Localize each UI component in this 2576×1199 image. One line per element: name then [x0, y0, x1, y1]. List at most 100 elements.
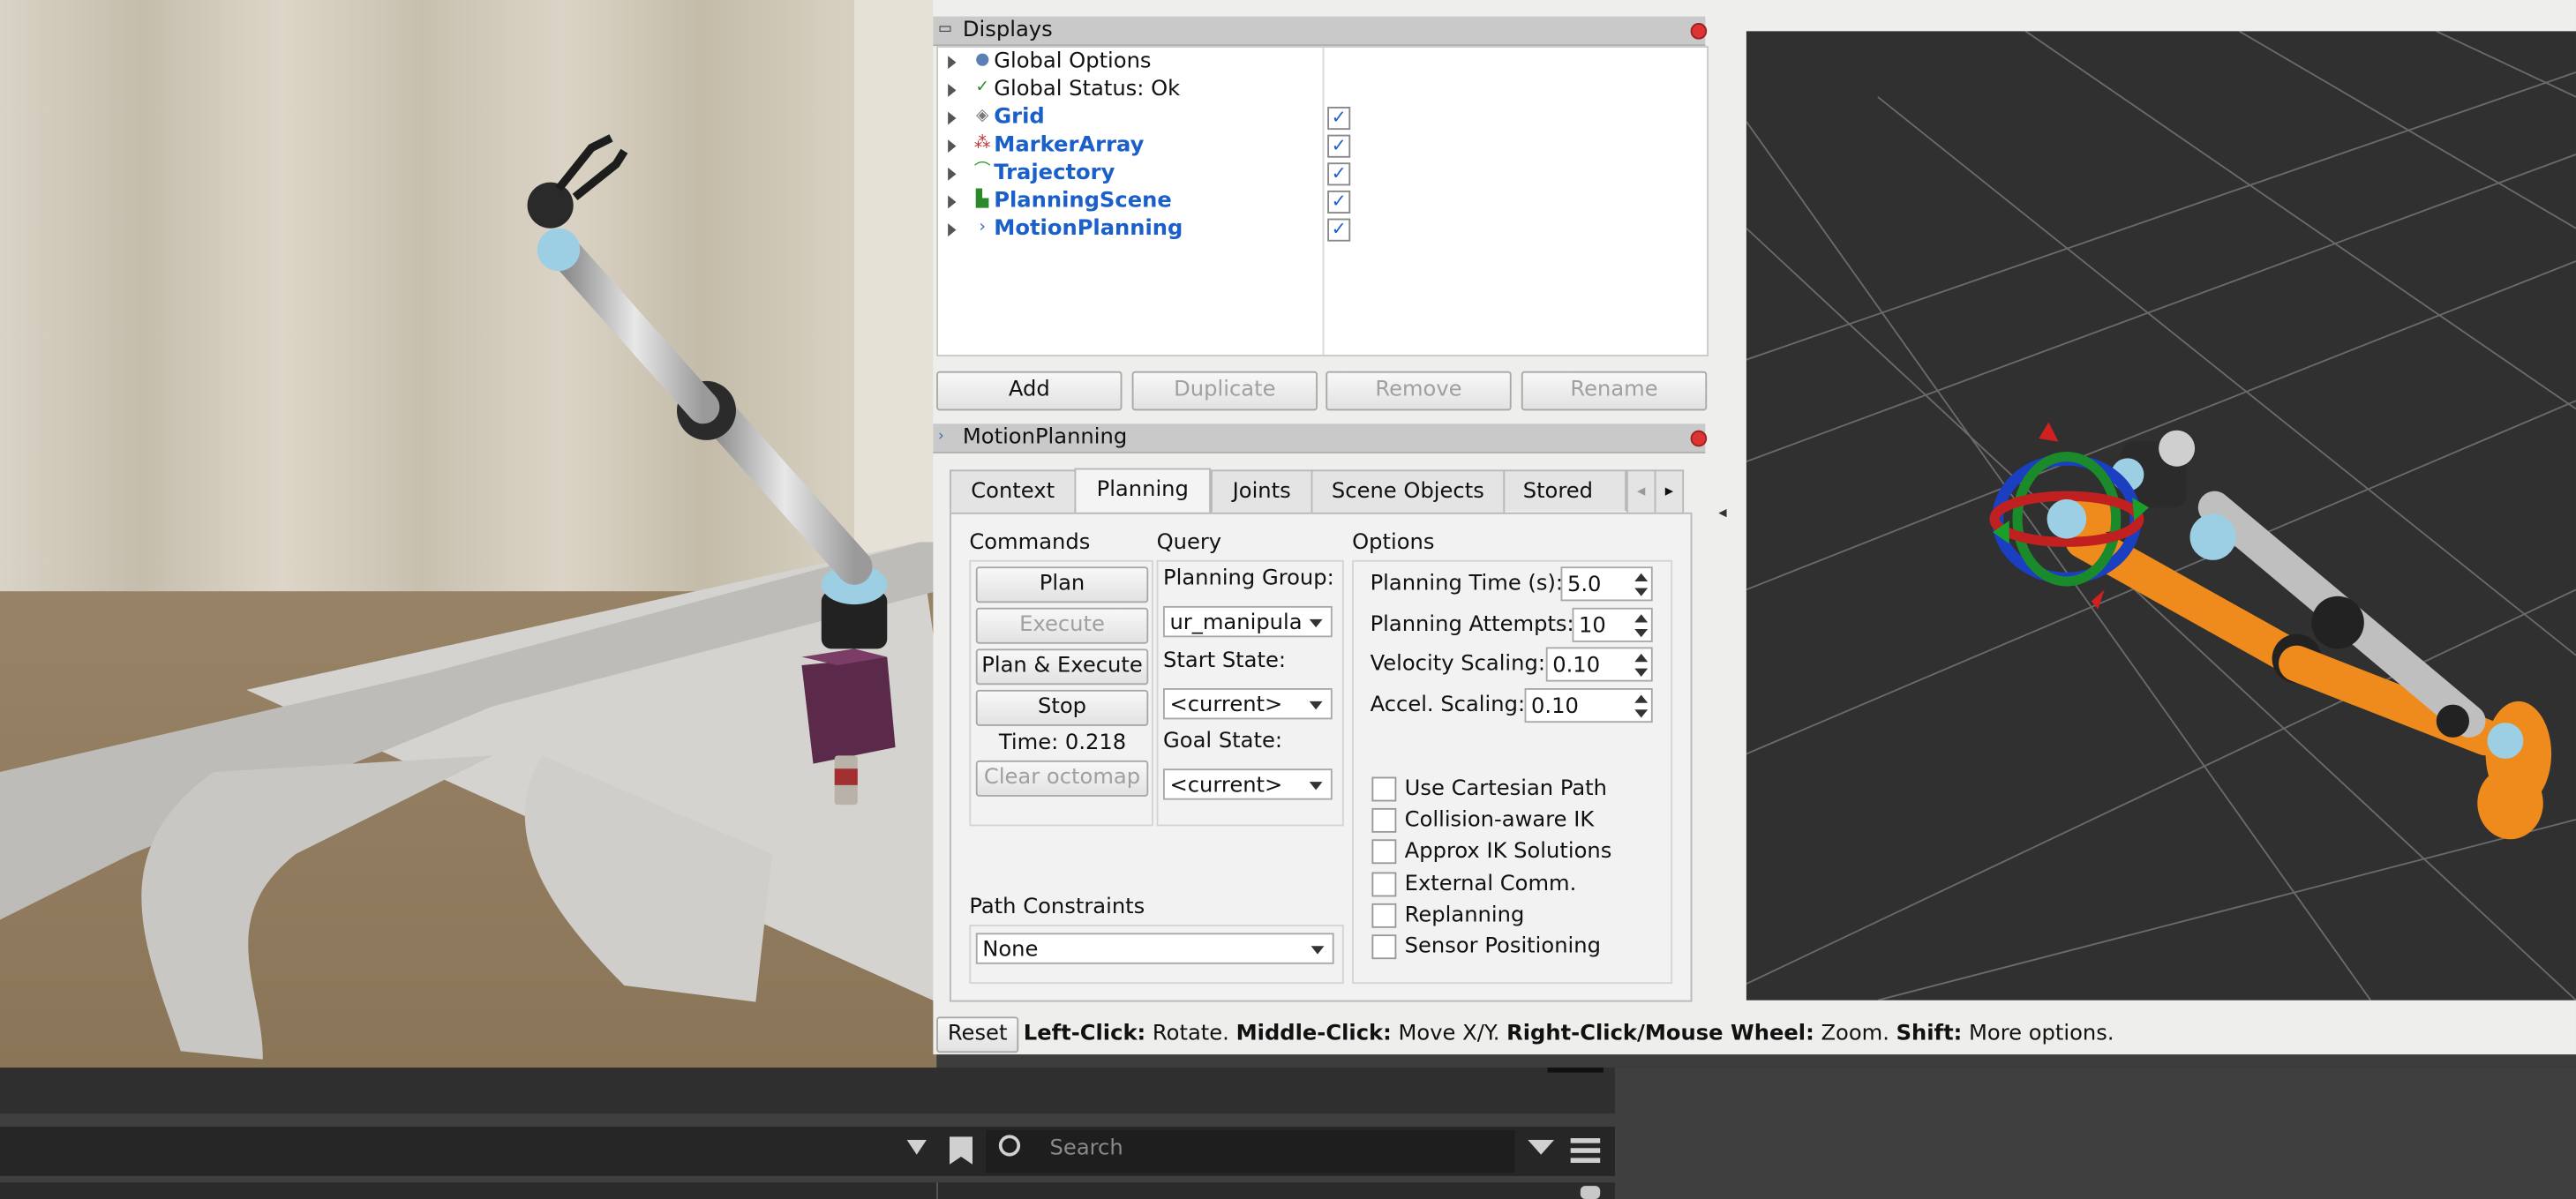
start-state-value: <current>	[1169, 693, 1283, 718]
expand-arrow-icon[interactable]	[948, 167, 957, 181]
rename-button[interactable]: Rename	[1521, 371, 1708, 411]
stop-button[interactable]: Stop	[975, 689, 1149, 726]
simulation-view[interactable]	[0, 0, 937, 1068]
dropdown-triangle-icon[interactable]	[906, 1139, 927, 1155]
collapse-left-icon[interactable]: ◂	[1718, 505, 1726, 522]
search-input[interactable]: Search	[985, 1129, 1515, 1173]
use-cartesian-path-checkbox[interactable]	[1371, 776, 1397, 802]
grid-icon: ◈	[976, 107, 989, 125]
close-icon[interactable]	[1690, 430, 1708, 447]
check-icon: ✓	[975, 79, 990, 97]
execute-button[interactable]: Execute	[975, 607, 1149, 644]
tree-item-grid[interactable]: ◈ Grid ✓	[938, 103, 1707, 131]
tab-stored-scenes[interactable]: Stored Sce	[1503, 469, 1626, 511]
3d-viewport[interactable]	[1746, 31, 2576, 1000]
planning-time-spinbox[interactable]: 5.0	[1560, 566, 1653, 602]
expand-arrow-icon[interactable]	[948, 139, 957, 154]
expand-arrow-icon[interactable]	[948, 83, 957, 97]
planning-attempts-spinbox[interactable]: 10	[1572, 607, 1653, 642]
close-icon[interactable]	[1690, 23, 1708, 40]
scrollbar-thumb[interactable]	[1580, 1186, 1601, 1199]
spin-up-icon[interactable]	[1634, 573, 1648, 582]
planning-attempts-label: Planning Attempts:	[1370, 612, 1574, 638]
bottom-panel: Search	[0, 1068, 2576, 1199]
approx-ik-solutions-checkbox[interactable]	[1371, 839, 1397, 865]
expand-arrow-icon[interactable]	[948, 56, 957, 70]
spin-down-icon[interactable]	[1634, 628, 1648, 638]
plan-button[interactable]: Plan	[975, 566, 1149, 603]
clear-octomap-button[interactable]: Clear octomap	[975, 760, 1149, 797]
planning-time-readout: Time: 0.218	[998, 731, 1127, 756]
planning-group-select[interactable]: ur_manipula	[1163, 605, 1333, 638]
planning-tab-panel: Commands Plan Execute Plan & Execute Sto…	[950, 512, 1693, 1002]
rviz-window: ▭ Displays ● Global Options ✓ Global Sta…	[933, 0, 2576, 1055]
remove-button[interactable]: Remove	[1326, 371, 1512, 411]
tab-scene-objects[interactable]: Scene Objects	[1311, 469, 1506, 513]
spin-down-icon[interactable]	[1634, 668, 1648, 677]
goal-state-select[interactable]: <current>	[1163, 768, 1333, 800]
menu-icon[interactable]	[1570, 1138, 1601, 1164]
tree-item-global-status[interactable]: ✓ Global Status: Ok	[938, 76, 1707, 104]
hint-key: Shift:	[1896, 1021, 1963, 1046]
expand-arrow-icon[interactable]	[948, 223, 957, 237]
hint-key: Right-Click/Mouse Wheel:	[1506, 1021, 1814, 1046]
planning-group-label: Planning Group:	[1163, 566, 1334, 592]
tree-item-planningscene[interactable]: ▙ PlanningScene ✓	[938, 187, 1707, 215]
tree-item-markerarray[interactable]: ⁂ MarkerArray ✓	[938, 131, 1707, 160]
tab-context[interactable]: Context	[950, 469, 1077, 513]
tree-item-label: MotionPlanning	[994, 216, 1183, 242]
replanning-checkbox[interactable]	[1371, 903, 1397, 928]
tree-item-trajectory[interactable]: ⌒ Trajectory ✓	[938, 160, 1707, 188]
spin-up-icon[interactable]	[1634, 653, 1648, 663]
collision-aware-ik-checkbox[interactable]	[1371, 807, 1397, 833]
planning-time-label: Planning Time (s):	[1370, 571, 1564, 596]
markerarray-enabled-checkbox[interactable]: ✓	[1327, 134, 1351, 158]
expand-arrow-icon[interactable]	[948, 111, 957, 125]
tree-item-global-options[interactable]: ● Global Options	[938, 48, 1707, 76]
tree-item-label: Grid	[994, 105, 1045, 131]
external-comm-label: External Comm.	[1404, 872, 1577, 897]
options-heading: Options	[1352, 530, 1435, 556]
edge-marker	[1547, 1068, 1603, 1073]
path-constraints-select[interactable]: None	[975, 933, 1334, 964]
motion-planning-title-bar[interactable]: › MotionPlanning	[933, 423, 1708, 453]
plan-and-execute-button[interactable]: Plan & Execute	[975, 648, 1149, 686]
tab-planning[interactable]: Planning	[1074, 468, 1211, 514]
reset-button[interactable]: Reset	[936, 1016, 1019, 1053]
spin-down-icon[interactable]	[1634, 709, 1648, 718]
tab-scroll-right-icon[interactable]: ▸	[1654, 469, 1685, 513]
grid-enabled-checkbox[interactable]: ✓	[1327, 107, 1351, 131]
path-constraints-value: None	[982, 937, 1039, 963]
accel-scaling-spinbox[interactable]: 0.10	[1524, 688, 1653, 723]
expand-arrow-icon[interactable]	[948, 195, 957, 209]
tree-item-motionplanning[interactable]: › MotionPlanning ✓	[938, 215, 1707, 244]
duplicate-button[interactable]: Duplicate	[1131, 371, 1318, 411]
filter-icon[interactable]	[1528, 1139, 1555, 1155]
external-comm-checkbox[interactable]	[1371, 872, 1397, 897]
tab-scroll-left-icon[interactable]: ◂	[1626, 469, 1656, 513]
displays-tree[interactable]: ● Global Options ✓ Global Status: Ok ◈ G…	[936, 46, 1709, 356]
marker-icon: ⁂	[973, 134, 991, 154]
start-state-select[interactable]: <current>	[1163, 688, 1333, 720]
desktop-screen: ▭ Displays ● Global Options ✓ Global Sta…	[0, 0, 2576, 1199]
velocity-scaling-spinbox[interactable]: 0.10	[1545, 647, 1653, 682]
hint-desc: Rotate.	[1145, 1021, 1236, 1046]
spin-down-icon[interactable]	[1634, 588, 1648, 596]
column-divider	[936, 1182, 938, 1199]
bookmark-icon[interactable]	[950, 1136, 973, 1165]
sensor-positioning-checkbox[interactable]	[1371, 934, 1397, 960]
trajectory-enabled-checkbox[interactable]: ✓	[1327, 162, 1351, 186]
planningscene-enabled-checkbox[interactable]: ✓	[1327, 190, 1351, 214]
spin-up-icon[interactable]	[1634, 614, 1648, 623]
displays-title-bar[interactable]: ▭ Displays	[933, 16, 1708, 47]
planning-time-value: 5.0	[1566, 573, 1602, 598]
sensor-positioning-label: Sensor Positioning	[1404, 934, 1601, 960]
replanning-label: Replanning	[1404, 903, 1525, 928]
motionplanning-enabled-checkbox[interactable]: ✓	[1327, 218, 1351, 242]
approx-ik-solutions-label: Approx IK Solutions	[1404, 839, 1612, 865]
spin-up-icon[interactable]	[1634, 694, 1648, 703]
add-button[interactable]: Add	[936, 371, 1123, 411]
tab-joints[interactable]: Joints	[1210, 469, 1313, 513]
planning-group-value: ur_manipula	[1169, 611, 1303, 636]
start-state-label: Start State:	[1163, 648, 1287, 674]
